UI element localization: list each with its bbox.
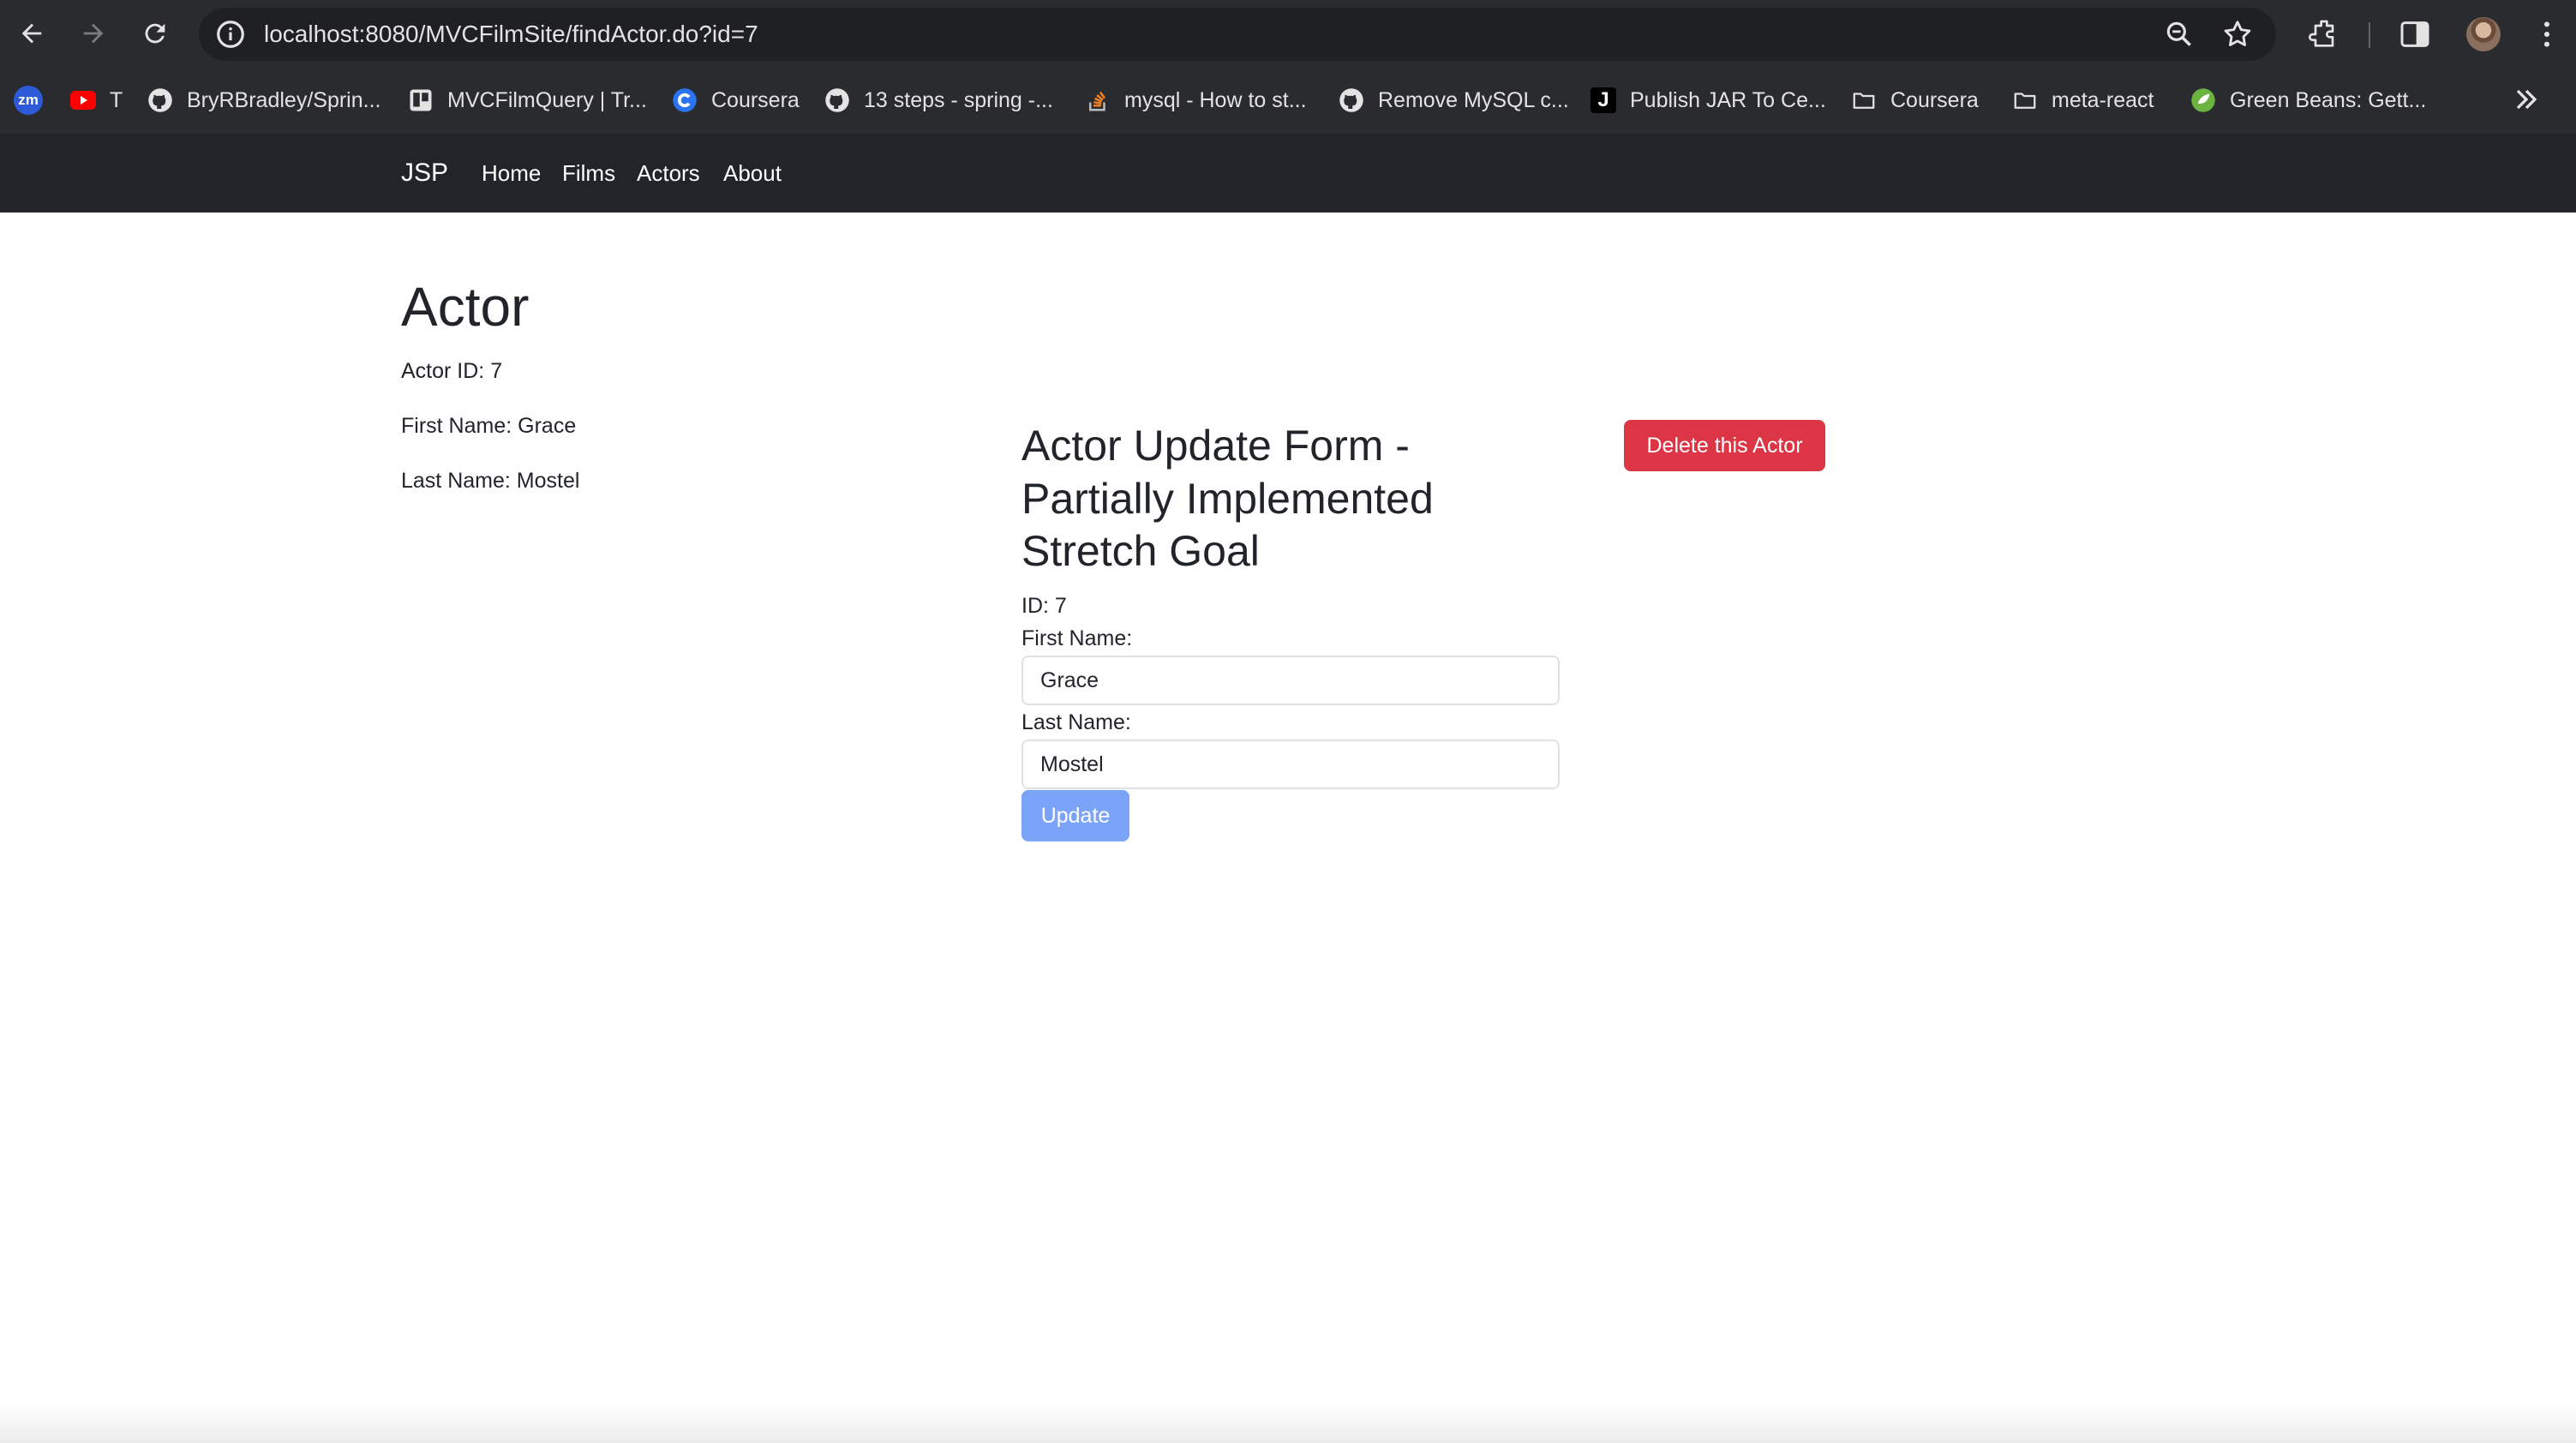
forward-button[interactable] <box>74 14 113 53</box>
bookmark-label: mysql - How to st... <box>1124 87 1307 112</box>
bookmark-green-beans[interactable]: Green Beans: Gett... <box>2190 67 2426 134</box>
navbar-brand[interactable]: JSP <box>401 134 448 213</box>
folder-icon <box>1851 87 1877 113</box>
actor-id-label: Actor ID: <box>401 359 485 383</box>
address-bar[interactable]: localhost:8080/MVCFilmSite/findActor.do?… <box>199 8 2276 61</box>
actor-last-name-label: Last Name: <box>401 469 511 493</box>
site-navbar: JSP Home Films Actors About <box>0 134 2576 213</box>
first-name-label: First Name: <box>1021 626 1133 650</box>
trello-icon <box>408 87 434 113</box>
bookmark-label: BryRBradley/Sprin... <box>187 87 381 112</box>
window-bottom-shadow <box>0 1405 2576 1443</box>
actor-first-name-line: First Name: Grace <box>401 411 576 441</box>
page-title: Actor <box>401 276 530 338</box>
side-panel-icon[interactable] <box>2398 17 2432 51</box>
bookmarks-bar: zm T BryRBradley/Sprin... MVCFilmQuery |… <box>0 67 2576 134</box>
nav-link-about[interactable]: About <box>723 134 782 213</box>
github-icon <box>147 87 173 113</box>
form-id-value: 7 <box>1054 594 1067 618</box>
github-icon <box>1339 87 1364 113</box>
actor-first-name-label: First Name: <box>401 414 512 438</box>
site-info-icon[interactable] <box>214 18 247 51</box>
bookmark-trello[interactable]: MVCFilmQuery | Tr... <box>408 67 647 134</box>
last-name-label: Last Name: <box>1021 710 1131 734</box>
youtube-icon <box>70 87 96 113</box>
reload-button[interactable] <box>135 14 175 53</box>
j-icon: J <box>1591 87 1616 113</box>
update-button[interactable]: Update <box>1021 790 1129 841</box>
url-path: :8080/MVCFilmSite/findActor.do?id=7 <box>358 21 758 47</box>
bookmark-publish-jar[interactable]: J Publish JAR To Ce... <box>1591 67 1826 134</box>
arrow-right-icon <box>83 23 104 44</box>
bookmark-zoom[interactable]: zm <box>14 67 57 134</box>
zoom-magnifier-icon[interactable] <box>2163 18 2196 51</box>
bookmark-github-spring[interactable]: 13 steps - spring -... <box>824 67 1053 134</box>
bookmark-github-mysql[interactable]: Remove MySQL c... <box>1339 67 1569 134</box>
first-name-input[interactable] <box>1021 656 1560 705</box>
bookmark-stackoverflow[interactable]: mysql - How to st... <box>1085 67 1307 134</box>
actor-last-name-value: Mostel <box>516 469 580 493</box>
bookmark-folder-meta-react[interactable]: meta-react <box>2012 67 2154 134</box>
bookmark-label: Coursera <box>1890 87 1979 112</box>
url-text[interactable]: localhost:8080/MVCFilmSite/findActor.do?… <box>264 8 758 61</box>
bookmark-youtube[interactable]: T <box>70 67 123 134</box>
actor-id-value: 7 <box>490 359 503 383</box>
bookmark-label: Coursera <box>711 87 800 112</box>
bookmark-star-icon[interactable] <box>2221 18 2254 51</box>
bookmark-folder-coursera[interactable]: Coursera <box>1851 67 1979 134</box>
bookmark-label: Publish JAR To Ce... <box>1630 87 1826 112</box>
nav-link-films[interactable]: Films <box>562 134 615 213</box>
reload-icon <box>145 23 165 44</box>
bookmark-coursera[interactable]: Coursera <box>672 67 800 134</box>
bookmark-label: Green Beans: Gett... <box>2230 87 2427 112</box>
coursera-icon <box>672 87 698 113</box>
github-icon <box>824 87 850 113</box>
form-id-label: ID: <box>1021 594 1049 618</box>
back-button[interactable] <box>12 14 51 53</box>
nav-link-actors[interactable]: Actors <box>637 134 700 213</box>
update-form-title: Actor Update Form - Partially Implemente… <box>1021 422 1434 575</box>
actor-last-name-line: Last Name: Mostel <box>401 466 579 496</box>
form-id-line: ID: 7 <box>1021 591 1067 621</box>
delete-actor-button[interactable]: Delete this Actor <box>1624 420 1825 471</box>
kebab-menu-icon[interactable] <box>2530 17 2564 51</box>
actor-id-line: Actor ID: 7 <box>401 356 502 386</box>
arrow-left-icon <box>21 23 42 44</box>
folder-icon <box>2012 87 2038 113</box>
bookmark-label: Remove MySQL c... <box>1378 87 1569 112</box>
extensions-icon[interactable] <box>2307 17 2341 51</box>
url-host: localhost <box>264 21 359 47</box>
bookmark-label: meta-react <box>2052 87 2154 112</box>
last-name-input[interactable] <box>1021 739 1560 789</box>
browser-toolbar: localhost:8080/MVCFilmSite/findActor.do?… <box>0 0 2576 67</box>
actor-first-name-value: Grace <box>518 414 577 438</box>
bookmark-label: 13 steps - spring -... <box>864 87 1053 112</box>
chevron-double-right-icon[interactable] <box>2509 82 2543 117</box>
nav-link-home[interactable]: Home <box>482 134 541 213</box>
bookmark-label: T <box>110 87 123 112</box>
bookmark-label: MVCFilmQuery | Tr... <box>447 87 647 112</box>
stackoverflow-icon <box>1085 87 1111 113</box>
profile-avatar[interactable] <box>2466 17 2501 51</box>
spring-icon <box>2190 87 2216 113</box>
toolbar-divider <box>2369 22 2370 48</box>
bookmark-github-repo[interactable]: BryRBradley/Sprin... <box>147 67 380 134</box>
zoom-icon: zm <box>14 86 43 115</box>
